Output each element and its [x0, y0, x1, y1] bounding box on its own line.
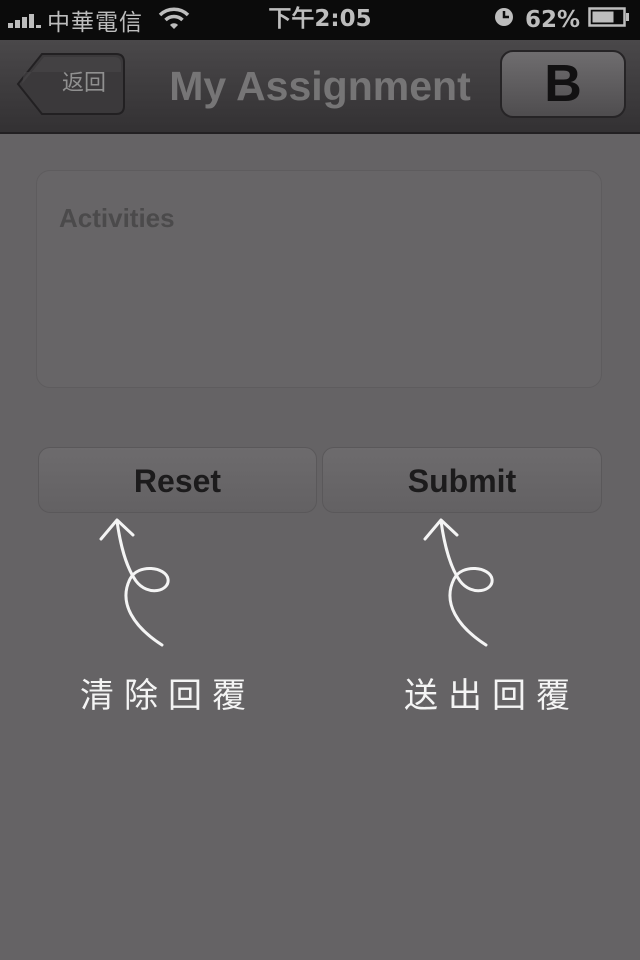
submit-button-label: Submit — [407, 463, 517, 499]
nav-b-button[interactable]: B — [500, 50, 626, 118]
back-button-label: 返回 — [61, 71, 106, 96]
page-title: My Assignment — [169, 63, 471, 109]
reset-button[interactable]: Reset — [38, 447, 317, 513]
clock-icon — [493, 6, 515, 34]
activities-field[interactable]: Activities — [36, 170, 602, 388]
submit-arrow-icon — [423, 518, 494, 647]
reset-annotation: 清除回覆 — [80, 676, 256, 716]
submit-annotation: 送出回覆 — [404, 676, 580, 716]
activities-label: Activities — [59, 203, 175, 233]
status-bar: 中華電信 下午2:05 62% — [0, 0, 640, 40]
submit-button[interactable]: Submit — [322, 447, 602, 513]
nav-b-button-label: B — [544, 55, 582, 113]
nav-bar: 返回 My Assignment B — [0, 40, 640, 134]
back-button[interactable]: 返回 — [16, 52, 126, 116]
battery-icon — [588, 6, 630, 34]
reset-arrow-icon — [99, 518, 170, 647]
battery-percent: 62% — [524, 7, 580, 33]
reset-button-label: Reset — [133, 463, 222, 499]
status-right: 62% — [493, 4, 630, 36]
